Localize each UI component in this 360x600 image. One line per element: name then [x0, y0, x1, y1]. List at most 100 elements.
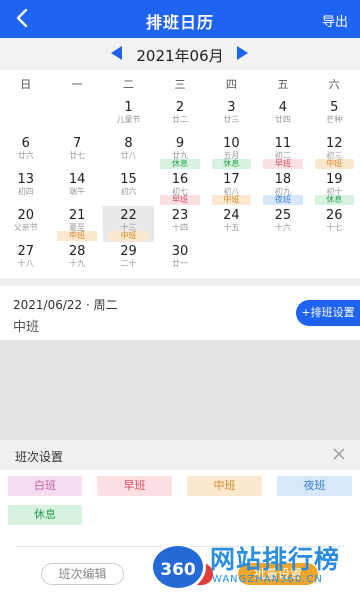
- edit-shifts-button[interactable]: 班次编辑: [41, 563, 124, 585]
- calendar-empty-cell: [0, 98, 51, 134]
- watermark-badge: 360: [150, 543, 206, 591]
- lunar-date: 十八: [17, 259, 34, 268]
- shift-tag: 中班: [57, 231, 97, 241]
- next-month-icon[interactable]: [237, 46, 248, 60]
- calendar-day[interactable]: 20 父亲节: [0, 206, 51, 242]
- weekday-label: 六: [328, 78, 340, 91]
- sheet-title: 班次设置: [15, 450, 64, 464]
- watermark-text: 网站排行榜: [210, 545, 341, 574]
- lunar-date: 十七: [326, 223, 343, 232]
- calendar-day[interactable]: 4 廿四: [257, 98, 308, 134]
- shift-tag: 中班: [211, 195, 252, 205]
- day-number: 8: [124, 136, 133, 151]
- shift-tag: 夜班: [263, 195, 303, 205]
- shift-tag: 休息: [211, 159, 252, 169]
- calendar-day[interactable]: 14 端午: [51, 170, 102, 206]
- weekday-label: 五: [277, 78, 289, 91]
- shift-tag: 早班: [160, 195, 200, 205]
- day-number: 22: [120, 208, 137, 223]
- calendar-day[interactable]: 3 廿三: [206, 98, 257, 134]
- lunar-date: 廿八: [120, 151, 137, 160]
- shift-chip-day[interactable]: 白班: [8, 476, 82, 496]
- calendar-day[interactable]: 5 芒种: [309, 98, 360, 134]
- shift-chip-rest[interactable]: 休息: [8, 505, 82, 525]
- day-number: 25: [274, 208, 292, 223]
- selected-date: 2021/06/22 · 周二: [13, 298, 118, 312]
- day-number: 30: [171, 244, 189, 259]
- calendar-day[interactable]: 7 廿七: [51, 134, 102, 170]
- day-number: 20: [17, 208, 34, 223]
- day-number: 29: [120, 244, 137, 259]
- calendar-day[interactable]: 8 廿八: [103, 134, 154, 170]
- modal-overlay[interactable]: [0, 340, 360, 440]
- section-divider: [0, 278, 360, 286]
- calendar-day[interactable]: 27 十八: [0, 242, 51, 278]
- calendar-day[interactable]: 21 夏至 中班: [51, 206, 102, 242]
- day-number: 13: [17, 172, 34, 187]
- calendar-day[interactable]: 24 十五: [206, 206, 257, 242]
- selected-shift: 中班: [13, 320, 40, 335]
- shift-tag: 中班: [108, 231, 149, 241]
- calendar-day[interactable]: 29 二十: [103, 242, 154, 278]
- calendar-day[interactable]: 12 初三 中班: [309, 134, 360, 170]
- weekday-header: 日 一 二 三 四 五 六: [0, 76, 360, 92]
- calendar-day[interactable]: 22 十三 中班: [102, 206, 155, 242]
- shift-chip-early[interactable]: 早班: [97, 476, 172, 496]
- shift-tag: 休息: [160, 159, 200, 169]
- add-schedule-button[interactable]: +排班设置: [296, 300, 360, 326]
- calendar-day[interactable]: 2 廿二: [154, 98, 205, 134]
- day-number: 1: [124, 100, 133, 115]
- calendar-day[interactable]: 19 初十 休息: [309, 170, 360, 206]
- lunar-date: 廿一: [171, 259, 188, 268]
- day-number: 27: [17, 244, 34, 259]
- calendar-day[interactable]: 25 十六: [257, 206, 308, 242]
- export-button[interactable]: 导出: [322, 11, 348, 30]
- calendar-day[interactable]: 10 五月 休息: [206, 134, 257, 170]
- app-header: 排班日历 导出: [0, 0, 360, 38]
- lunar-date: 端午: [69, 187, 86, 196]
- calendar-day[interactable]: 15 初六: [103, 170, 154, 206]
- page-title: 排班日历: [145, 13, 214, 32]
- lunar-date: 初六: [120, 187, 137, 196]
- calendar-day[interactable]: 26 十七: [309, 206, 360, 242]
- calendar-day[interactable]: 6 廿六: [0, 134, 51, 170]
- shift-tag: 早班: [263, 159, 303, 169]
- day-number: 26: [326, 208, 343, 223]
- day-number: 7: [72, 136, 82, 151]
- lunar-date: 十四: [171, 223, 188, 232]
- shift-tag: 休息: [314, 195, 354, 205]
- calendar-day[interactable]: 30 廿一: [154, 242, 205, 278]
- close-icon[interactable]: [332, 447, 346, 461]
- calendar-day[interactable]: 16 初七 早班: [154, 170, 205, 206]
- lunar-date: 廿七: [69, 151, 86, 160]
- month-navigator: 2021年06月: [0, 38, 360, 70]
- current-month-label: 2021年06月: [136, 47, 224, 65]
- calendar-day[interactable]: 11 初二 早班: [257, 134, 308, 170]
- calendar-day[interactable]: 23 十四: [154, 206, 205, 242]
- shift-tag: 中班: [314, 159, 354, 169]
- calendar-day[interactable]: 28 十九: [51, 242, 102, 278]
- calendar-day[interactable]: 18 初九 夜班: [257, 170, 308, 206]
- lunar-date: 廿六: [17, 151, 34, 160]
- lunar-date: 儿童节: [116, 115, 141, 124]
- day-number: 24: [223, 208, 240, 223]
- watermark-logo: 360 网站排行榜 WANGZHAN360.CN: [150, 538, 360, 596]
- day-number: 28: [68, 244, 86, 259]
- weekday-label: 四: [225, 78, 237, 91]
- day-number: 11: [274, 136, 292, 151]
- day-number: 4: [278, 100, 287, 115]
- day-number: 6: [21, 136, 30, 151]
- day-number: 18: [274, 172, 292, 187]
- day-number: 17: [223, 172, 240, 187]
- calendar-day[interactable]: 1 儿童节: [103, 98, 154, 134]
- calendar-day[interactable]: 9 廿九 休息: [154, 134, 205, 170]
- weekday-label: 日: [20, 78, 32, 91]
- weekday-label: 二: [123, 78, 135, 91]
- shift-chip-mid[interactable]: 中班: [187, 476, 262, 496]
- lunar-date: 二十: [120, 259, 137, 268]
- day-number: 21: [68, 208, 86, 223]
- calendar-day[interactable]: 17 初八 中班: [206, 170, 257, 206]
- calendar-day[interactable]: 13 初四: [0, 170, 51, 206]
- lunar-date: 廿四: [274, 115, 291, 124]
- shift-chip-night[interactable]: 夜班: [277, 476, 352, 496]
